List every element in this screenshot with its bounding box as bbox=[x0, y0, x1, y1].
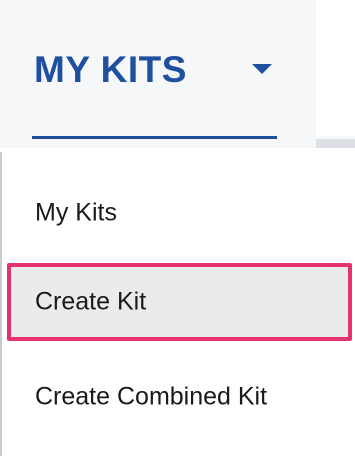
caret-down-icon[interactable] bbox=[252, 64, 272, 74]
menu-item-label: Create Kit bbox=[35, 287, 147, 316]
nav-tab-label: MY KITS bbox=[34, 49, 187, 90]
menu-item-create-combined-kit[interactable]: Create Combined Kit bbox=[0, 362, 355, 432]
active-tab-underline bbox=[32, 136, 277, 139]
menu-item-label: My Kits bbox=[35, 198, 117, 227]
menu-item-create-kit[interactable]: Create Kit bbox=[7, 263, 352, 341]
nav-bar-divider bbox=[316, 139, 355, 148]
my-kits-nav-tab[interactable]: MY KITS bbox=[0, 0, 316, 148]
menu-item-my-kits[interactable]: My Kits bbox=[0, 178, 355, 248]
menu-item-label: Create Combined Kit bbox=[35, 382, 268, 411]
